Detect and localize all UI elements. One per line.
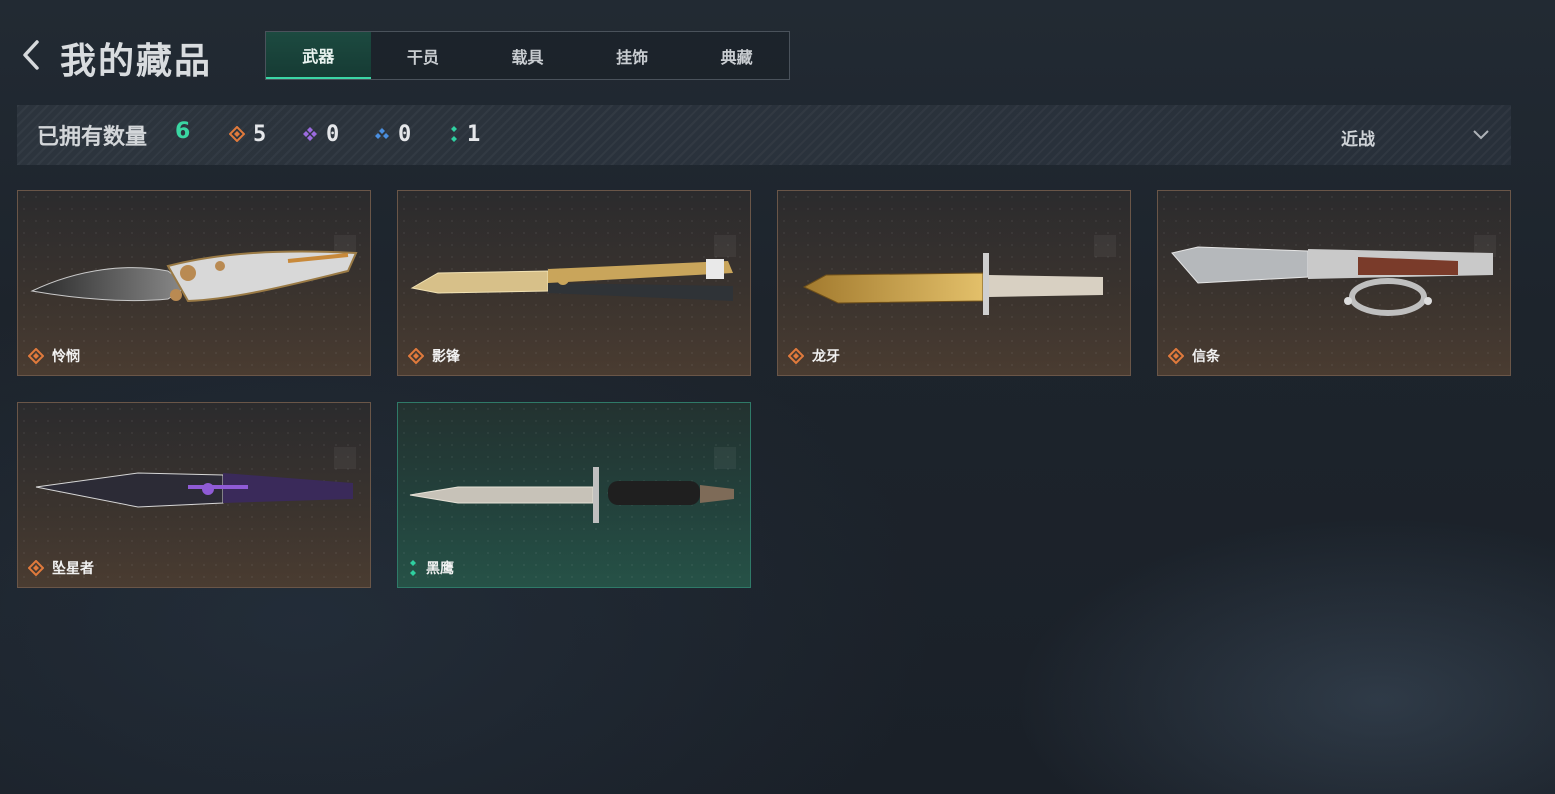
- item-card[interactable]: 怜悯: [17, 190, 371, 376]
- item-label: 影锋: [408, 346, 460, 366]
- teal-dots-icon: [451, 126, 457, 142]
- summary-bar: 已拥有数量 6 5 0 0 1 近战: [17, 105, 1511, 165]
- tab-vehicles[interactable]: 载具: [475, 32, 580, 79]
- item-label: 信条: [1168, 346, 1220, 366]
- orange-diamond-icon: [788, 348, 804, 364]
- item-name: 怜悯: [52, 349, 80, 365]
- orange-diamond-icon: [229, 126, 245, 142]
- orange-diamond-icon: [28, 348, 44, 364]
- rarity-count-value: 0: [326, 121, 340, 147]
- rarity-count-value: 5: [253, 121, 267, 147]
- chevron-left-icon: [23, 40, 39, 70]
- back-button[interactable]: [18, 38, 44, 72]
- rarity-count-teal: 1: [449, 119, 480, 149]
- tab-charms[interactable]: 挂饰: [580, 32, 685, 79]
- rarity-count-purple: 0: [302, 119, 339, 149]
- page-header: 我的藏品 武器 干员 载具 挂饰 典藏: [0, 0, 1555, 90]
- owned-count-label: 已拥有数量: [37, 125, 148, 150]
- tab-weapons[interactable]: 武器: [266, 32, 371, 79]
- item-label: 坠星者: [28, 558, 94, 578]
- item-card[interactable]: 信条: [1157, 190, 1511, 376]
- blue-diamond-icon: [375, 128, 389, 139]
- item-name: 黑鹰: [426, 561, 454, 577]
- teal-dots-icon: [410, 560, 416, 576]
- category-filter-dropdown[interactable]: 近战: [1341, 125, 1375, 150]
- item-name: 坠星者: [52, 561, 94, 577]
- orange-diamond-icon: [408, 348, 424, 364]
- item-label: 怜悯: [28, 346, 80, 366]
- rarity-count-value: 0: [398, 121, 412, 147]
- tab-collection[interactable]: 典藏: [684, 32, 789, 79]
- item-label: 龙牙: [788, 346, 840, 366]
- item-name: 影锋: [432, 349, 460, 365]
- item-card[interactable]: 龙牙: [777, 190, 1131, 376]
- item-card[interactable]: 黑鹰: [397, 402, 751, 588]
- category-tabs: 武器 干员 载具 挂饰 典藏: [265, 31, 790, 80]
- orange-diamond-icon: [28, 560, 44, 576]
- page-title: 我的藏品: [60, 41, 213, 82]
- rarity-count-blue: 0: [374, 119, 411, 149]
- chevron-down-icon[interactable]: [1471, 125, 1491, 145]
- item-name: 龙牙: [812, 349, 840, 365]
- rarity-count-value: 1: [467, 121, 481, 147]
- orange-diamond-icon: [1168, 348, 1184, 364]
- tab-operators[interactable]: 干员: [371, 32, 476, 79]
- item-card[interactable]: 影锋: [397, 190, 751, 376]
- owned-count-value: 6: [175, 119, 191, 144]
- item-name: 信条: [1192, 349, 1220, 365]
- purple-diamond-icon: [303, 127, 317, 141]
- rarity-count-orange: 5: [229, 119, 266, 149]
- item-card[interactable]: 坠星者: [17, 402, 371, 588]
- item-label: 黑鹰: [408, 558, 454, 578]
